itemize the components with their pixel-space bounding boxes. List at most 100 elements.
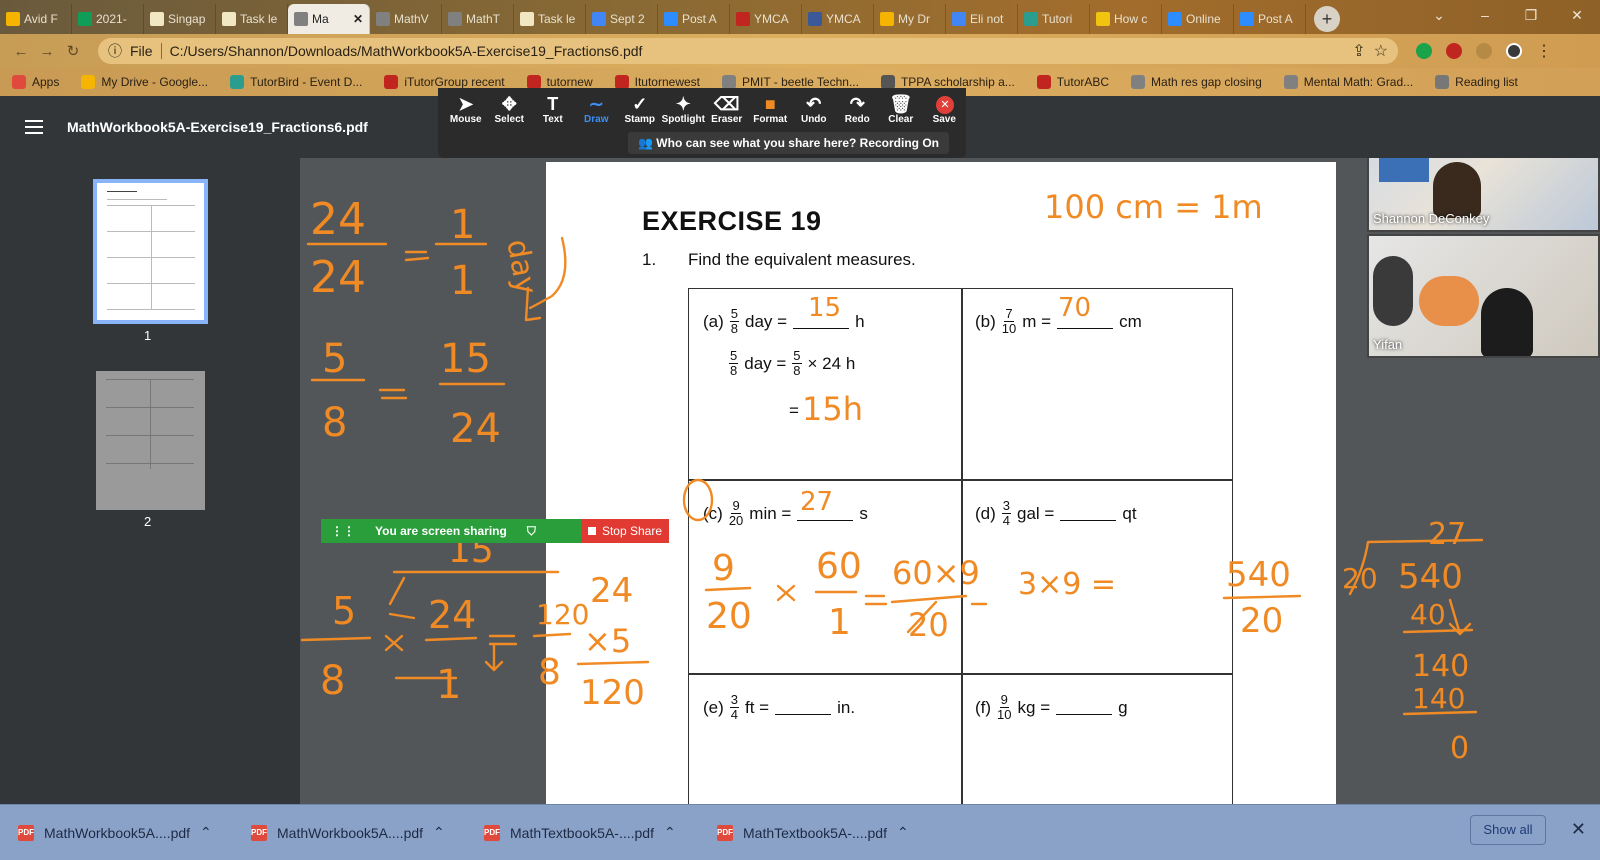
bookmark-star-icon[interactable]: ☆ [1374, 41, 1388, 61]
browser-tab[interactable]: Sept 2 [586, 4, 658, 34]
stop-share-button[interactable]: Stop Share [581, 519, 669, 543]
share-icon[interactable]: ⇪ [1352, 41, 1365, 61]
participant-video-shannon[interactable]: Shannon DeConkey [1367, 158, 1600, 232]
extension-green-icon[interactable] [1416, 43, 1432, 59]
tool-draw-button[interactable]: ∼ Draw [575, 88, 619, 125]
bookmark-item[interactable]: Math res gap closing [1131, 75, 1262, 89]
ink-c-frac1-top: 9 [712, 548, 735, 589]
browser-tab[interactable]: YMCA [730, 4, 802, 34]
tool-eraser-button[interactable]: ⌫ Eraser [705, 88, 749, 125]
share-visibility-info[interactable]: 👥 Who can see what you share here? Recor… [628, 132, 950, 154]
browser-tab[interactable]: Singap [144, 4, 216, 34]
tab-favicon-icon [1168, 12, 1182, 26]
bookmark-label: Reading list [1455, 75, 1518, 89]
menu-kebab-icon[interactable]: ⋮ [1536, 41, 1552, 61]
tab-favicon-icon [6, 12, 20, 26]
tool-undo-button[interactable]: ↶ Undo [792, 88, 836, 125]
url-text[interactable]: C:/Users/Shannon/Downloads/MathWorkbook5… [170, 43, 643, 59]
bookmark-item[interactable]: tutornew [526, 75, 593, 89]
tool-format-button[interactable]: ■ Format [749, 88, 793, 125]
stop-share-label: Stop Share [601, 524, 663, 538]
browser-tab[interactable]: Avid F [0, 4, 72, 34]
bookmark-item[interactable]: iTutorGroup recent [384, 75, 505, 89]
url-box[interactable]: ⓘ File C:/Users/Shannon/Downloads/MathWo… [98, 38, 1398, 64]
close-window-icon[interactable]: ✕ [1554, 0, 1600, 30]
tab-close-icon[interactable]: ✕ [353, 12, 363, 26]
info-icon[interactable]: ⓘ [108, 41, 122, 61]
ink-mult-b-bottom: 1 [436, 662, 461, 708]
extension-ublock-icon[interactable] [1446, 43, 1462, 59]
drag-handle-icon[interactable]: ⋮⋮ [331, 524, 355, 538]
bookmark-item[interactable]: My Drive - Google... [81, 75, 208, 89]
bookmark-item[interactable]: Apps [12, 75, 59, 89]
forward-icon[interactable]: → [34, 43, 60, 60]
close-toolbar-icon[interactable]: ✕ [936, 96, 954, 114]
download-item[interactable]: PDF MathWorkbook5A....pdf ⌃ [0, 824, 233, 841]
download-filename: MathTextbook5A-....pdf [510, 824, 654, 841]
bookmark-item[interactable]: TutorABC [1036, 75, 1110, 89]
tool-select-button[interactable]: ✥ Select [488, 88, 532, 125]
browser-tab[interactable]: 2021- [72, 4, 144, 34]
tab-label: Online [1186, 12, 1221, 26]
screen-share-status[interactable]: ⋮⋮ You are screen sharing ⛉ [321, 519, 581, 543]
back-icon[interactable]: ← [8, 43, 34, 60]
browser-tab[interactable]: YMCA [802, 4, 874, 34]
new-tab-button[interactable]: + [1314, 6, 1340, 32]
restore-icon[interactable]: ❐ [1508, 0, 1554, 30]
tool-spotlight-button[interactable]: ✦ Spotlight [662, 88, 706, 125]
browser-tab[interactable]: How c [1090, 4, 1162, 34]
browser-tab[interactable]: Task le [514, 4, 586, 34]
tab-search-icon[interactable]: ⌄ [1416, 0, 1462, 30]
bookmark-label: TutorABC [1056, 75, 1110, 89]
bookmark-item[interactable]: PMIT - beetle Techn... [722, 75, 859, 89]
participant-video-yifan[interactable]: Yifan [1367, 234, 1600, 358]
browser-tab[interactable]: Ma ✕ [288, 4, 370, 34]
bookmark-item[interactable]: Reading list [1435, 75, 1518, 89]
download-item[interactable]: PDF MathTextbook5A-....pdf ⌃ [466, 824, 699, 841]
bookmark-item[interactable]: TutorBird - Event D... [230, 75, 362, 89]
browser-tab[interactable]: MathT [442, 4, 514, 34]
browser-tab[interactable]: MathV [370, 4, 442, 34]
tool-mouse-button[interactable]: ➤ Mouse [444, 88, 488, 125]
thumbnail-page-1[interactable] [93, 179, 208, 324]
browser-tab[interactable]: Post A [1234, 4, 1306, 34]
tool-clear-button[interactable]: 🗑 Clear [879, 88, 923, 125]
bookmark-icon [1131, 75, 1146, 89]
browser-tab[interactable]: My Dr [874, 4, 946, 34]
tab-favicon-icon [592, 12, 606, 26]
ink-c-frac2-bottom: 1 [828, 602, 851, 643]
download-item[interactable]: PDF MathWorkbook5A....pdf ⌃ [233, 824, 466, 841]
tool-label: Redo [844, 114, 870, 125]
minimize-icon[interactable]: – [1462, 0, 1508, 30]
browser-tab[interactable]: Tutori [1018, 4, 1090, 34]
reload-icon[interactable]: ↻ [60, 42, 86, 60]
chevron-up-icon[interactable]: ⌃ [433, 824, 445, 841]
download-filename: MathTextbook5A-....pdf [743, 824, 887, 841]
thumbnail-page-2[interactable] [96, 371, 205, 510]
ink-a-answer: 15 [808, 293, 841, 323]
hamburger-menu-icon[interactable] [25, 120, 43, 134]
download-item[interactable]: PDF MathTextbook5A-....pdf ⌃ [699, 824, 932, 841]
extensions-puzzle-icon[interactable] [1476, 43, 1492, 59]
browser-tab[interactable]: Task le [216, 4, 288, 34]
tool-redo-button[interactable]: ↷ Redo [836, 88, 880, 125]
tab-label: MathV [394, 12, 429, 26]
profile-avatar[interactable] [1506, 43, 1522, 59]
bookmark-item[interactable]: TPPA scholarship a... [880, 75, 1015, 89]
bookmark-label: PMIT - beetle Techn... [742, 75, 859, 89]
show-all-button[interactable]: Show all [1470, 815, 1546, 845]
bookmark-item[interactable]: Itutornewest [614, 75, 700, 89]
close-downloads-icon[interactable]: ✕ [1571, 819, 1586, 840]
bookmark-item[interactable]: Mental Math: Grad... [1283, 75, 1413, 89]
chevron-up-icon[interactable]: ⌃ [200, 824, 212, 841]
tab-label: MathT [466, 12, 501, 26]
chevron-up-icon[interactable]: ⌃ [897, 824, 909, 841]
browser-tab[interactable]: Post A [658, 4, 730, 34]
ink-frac-1-bottom: 1 [450, 258, 475, 304]
tool-text-button[interactable]: T Text [531, 88, 575, 125]
tool-stamp-button[interactable]: ✓ Stamp [618, 88, 662, 125]
chevron-up-icon[interactable]: ⌃ [664, 824, 676, 841]
browser-tab[interactable]: Online [1162, 4, 1234, 34]
browser-tab[interactable]: Eli not [946, 4, 1018, 34]
tab-label: Sept 2 [610, 12, 645, 26]
